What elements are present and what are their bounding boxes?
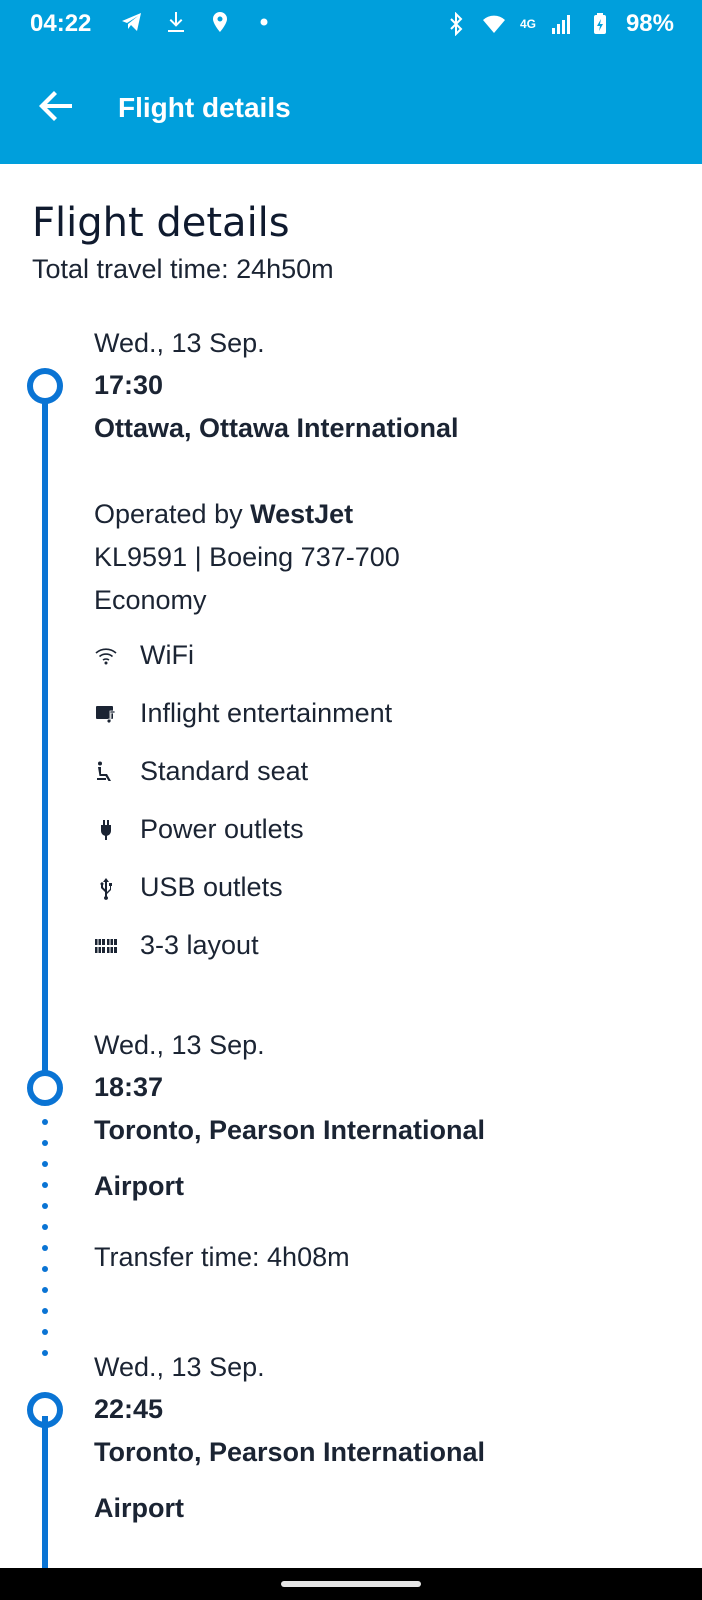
operated-by: Operated by WestJet	[94, 499, 353, 530]
power-plug-icon	[101, 819, 111, 840]
home-gesture-handle[interactable]	[281, 1581, 421, 1587]
wifi-icon	[482, 15, 505, 33]
system-nav-bar	[0, 1568, 702, 1600]
arrival-time: 18:37	[94, 1072, 164, 1102]
amenity-label: Power outlets	[140, 814, 304, 844]
departure-date: Wed., 13 Sep.	[94, 328, 265, 358]
timeline-dot	[42, 1245, 48, 1251]
seat-layout-icon	[95, 938, 117, 953]
arrival-location-line2: Airport	[94, 1171, 184, 1201]
entertainment-icon	[96, 705, 116, 723]
location-icon	[213, 12, 227, 32]
timeline-node-arrival	[27, 1070, 63, 1106]
battery-level: 98%	[625, 10, 674, 37]
telegram-icon	[122, 13, 141, 31]
timeline-dot	[42, 1329, 48, 1335]
amenity-wifi: WiFi	[94, 640, 194, 671]
status-bar: 04:22 4G 98%	[0, 0, 702, 50]
flight-info: KL9591 | Boeing 737-700	[94, 542, 400, 572]
battery-icon	[593, 13, 606, 34]
departure-time: 17:30	[94, 370, 164, 400]
seat-icon	[97, 761, 111, 781]
app-bar: Flight details	[0, 50, 702, 164]
timeline-node-departure	[27, 368, 63, 404]
operator-name: WestJet	[250, 499, 354, 529]
timeline-line	[42, 1416, 48, 1576]
connection-time: 22:45	[94, 1394, 164, 1424]
bluetooth-icon	[450, 12, 463, 36]
connection-date: Wed., 13 Sep.	[94, 1352, 265, 1382]
app-bar-title: Flight details	[118, 92, 291, 123]
operated-by-label: Operated by	[94, 499, 251, 529]
amenity-layout: 3-3 layout	[94, 930, 259, 961]
timeline-line	[42, 390, 48, 1090]
amenity-seat: Standard seat	[94, 756, 308, 787]
page-title: Flight details	[32, 200, 290, 246]
timeline-dot	[42, 1266, 48, 1272]
amenity-label: Inflight entertainment	[140, 698, 393, 728]
arrival-date: Wed., 13 Sep.	[94, 1030, 265, 1060]
back-button[interactable]	[30, 78, 86, 134]
amenity-usb: USB outlets	[94, 872, 283, 903]
arrival-location-line1: Toronto, Pearson International	[94, 1115, 486, 1145]
timeline-dot	[42, 1182, 48, 1188]
timeline-dot	[42, 1224, 48, 1230]
timeline-dot	[42, 1350, 48, 1356]
cabin-class: Economy	[94, 585, 207, 615]
timeline-dot	[42, 1287, 48, 1293]
timeline-dot	[42, 1140, 48, 1146]
connection-location-line2: Airport	[94, 1493, 184, 1523]
arrow-left-icon	[39, 91, 72, 121]
amenity-label: 3-3 layout	[140, 930, 259, 960]
amenity-label: Standard seat	[140, 756, 309, 786]
status-left-icons	[120, 10, 276, 34]
network-type: 4G	[519, 17, 536, 31]
departure-location: Ottawa, Ottawa International	[94, 413, 459, 443]
signal-icon	[551, 15, 570, 34]
wifi-icon	[95, 647, 117, 664]
download-icon	[168, 12, 184, 32]
timeline-dot	[42, 1308, 48, 1314]
status-right-icons: 4G 98%	[444, 10, 674, 38]
usb-icon	[100, 877, 112, 900]
amenity-label: WiFi	[140, 640, 194, 670]
status-time: 04:22	[30, 10, 92, 37]
timeline-dot	[42, 1119, 48, 1125]
connection-location-line1: Toronto, Pearson International	[94, 1437, 486, 1467]
dot-icon	[260, 18, 268, 26]
amenity-label: USB outlets	[140, 872, 283, 902]
timeline-dot	[42, 1203, 48, 1209]
timeline-dot	[42, 1161, 48, 1167]
amenity-entertainment: Inflight entertainment	[94, 698, 392, 729]
amenity-power: Power outlets	[94, 814, 304, 845]
total-travel-time: Total travel time: 24h50m	[32, 254, 334, 284]
transfer-time: Transfer time: 4h08m	[94, 1242, 350, 1272]
